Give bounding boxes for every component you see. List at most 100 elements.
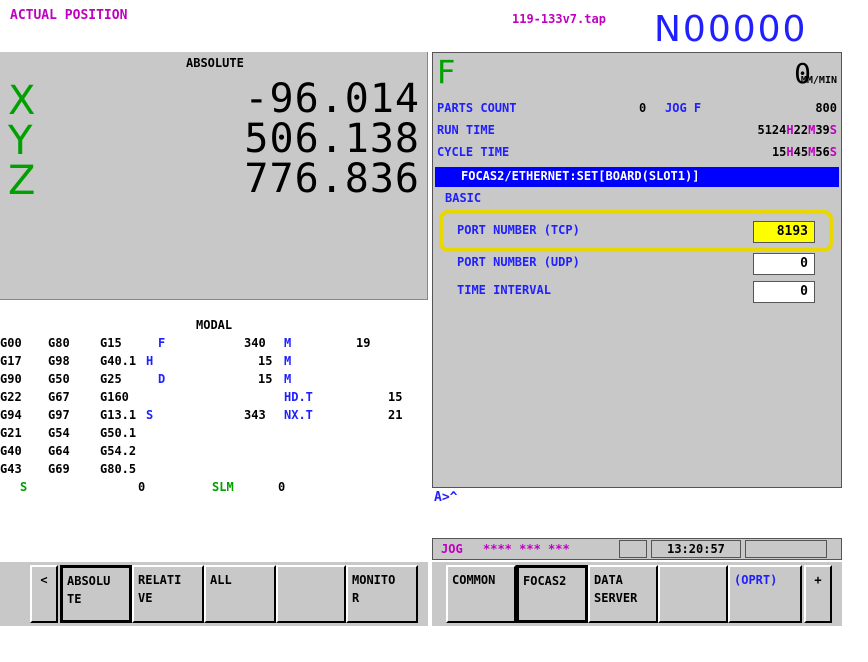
modal-slm-label: SLM [212, 480, 234, 494]
g-code-c: G13.1 [100, 408, 137, 422]
axis-row-y: Y 506.138 [6, 116, 422, 164]
g-code-b: G98 [48, 354, 70, 368]
g-code-a: G21 [0, 426, 22, 440]
position-mode-label: ABSOLUTE [186, 56, 244, 70]
feed-letter: F [437, 53, 456, 91]
softkey-relative-button[interactable]: RELATI VE [132, 565, 204, 623]
parts-count-row: PARTS COUNT 0 JOG F 800 [437, 101, 837, 119]
softkey-all-button[interactable]: ALL [204, 565, 276, 623]
modal-hdt-label: HD.T [284, 390, 313, 404]
g-code-c: G15 [100, 336, 122, 350]
g-code-b: G97 [48, 408, 70, 422]
g-code-c: G54.2 [100, 444, 137, 458]
modal-f-label: F [158, 336, 166, 350]
focas-settings-panel: F 0 MM/MIN PARTS COUNT 0 JOG F 800 RUN T… [432, 52, 842, 488]
section-basic-label: BASIC [445, 191, 482, 205]
modal-title: MODAL [196, 318, 233, 332]
modal-m-value: 19 [356, 336, 371, 350]
axis-row-x: X -96.014 [6, 76, 422, 124]
modal-m-label: M [284, 372, 292, 386]
run-time-label: RUN TIME [437, 123, 495, 137]
g-code-c: G80.5 [100, 462, 137, 476]
modal-spindle-value: 0 [138, 480, 146, 494]
cycle-time-row: CYCLE TIME 15H45M56S [437, 145, 837, 163]
modal-slm-value: 0 [278, 480, 286, 494]
axis-letter: Z [8, 158, 36, 204]
time-interval-label: TIME INTERVAL [457, 283, 551, 297]
status-indicators: **** *** *** [483, 542, 570, 556]
axis-value: 776.836 [244, 156, 420, 202]
run-time-hours: 5124 [757, 123, 787, 137]
hours-unit: H [786, 145, 794, 159]
tcp-port-field[interactable]: 8193 [753, 221, 815, 243]
softkey-empty-button[interactable] [658, 565, 728, 623]
time-interval-field[interactable]: 0 [753, 281, 815, 303]
g-code-b: G69 [48, 462, 70, 476]
key-input-prompt: A>^ [434, 490, 458, 505]
cycle-time-label: CYCLE TIME [437, 145, 510, 159]
g-code-c: G40.1 [100, 354, 137, 368]
softkey-absolute-button[interactable]: ABSOLU TE [60, 565, 132, 623]
softkey-operation-button[interactable]: (OPRT) [728, 565, 802, 623]
feed-unit: MM/MIN [800, 75, 837, 86]
cycle-time-hours: 15 [771, 145, 787, 159]
g-code-c: G160 [100, 390, 129, 404]
g-code-a: G90 [0, 372, 22, 386]
run-time-value: 5124H22M39S [757, 123, 837, 137]
status-box [619, 540, 647, 558]
g-code-a: G00 [0, 336, 22, 350]
run-time-row: RUN TIME 5124H22M39S [437, 123, 837, 141]
focas-settings-title-bar: FOCAS2/ETHERNET:SET[BOARD(SLOT1)] [435, 167, 839, 187]
tcp-port-label: PORT NUMBER (TCP) [457, 223, 580, 237]
sequence-number: N00000 [654, 9, 808, 50]
input-line[interactable]: A>^ [432, 490, 842, 536]
modal-nxt-label: NX.T [284, 408, 313, 422]
g-code-a: G94 [0, 408, 22, 422]
g-code-b: G54 [48, 426, 70, 440]
softkey-data-server-button[interactable]: DATA SERVER [588, 565, 658, 623]
softkey-monitor-button[interactable]: MONITO R [346, 565, 418, 623]
modal-hdt-value: 15 [388, 390, 403, 404]
modal-panel: MODAL G00 G80 G15 G17 G98 G40.1 G90 G50 … [0, 302, 428, 538]
program-file-name: 119-133v7.tap [512, 12, 606, 26]
udp-port-label: PORT NUMBER (UDP) [457, 255, 580, 269]
modal-m-label: M [284, 354, 292, 368]
cycle-time-minutes: 45 [793, 145, 809, 159]
g-code-a: G43 [0, 462, 22, 476]
parts-count-label: PARTS COUNT [437, 101, 517, 115]
hours-unit: H [786, 123, 794, 137]
cycle-time-value: 15H45M56S [772, 145, 837, 159]
udp-port-field[interactable]: 0 [753, 253, 815, 275]
g-code-a: G22 [0, 390, 22, 404]
g-code-a: G17 [0, 354, 22, 368]
g-code-b: G67 [48, 390, 70, 404]
modal-m-label: M [284, 336, 292, 350]
position-panel: ABSOLUTE X -96.014 Y 506.138 Z 776.836 [0, 52, 428, 300]
seconds-unit: S [829, 145, 837, 159]
run-time-seconds: 39 [815, 123, 830, 137]
softkey-common-button[interactable]: COMMON [446, 565, 516, 623]
jog-f-label: JOG F [665, 101, 702, 115]
softkey-empty-button[interactable] [276, 565, 346, 623]
g-code-b: G64 [48, 444, 70, 458]
modal-h-label: H [146, 354, 154, 368]
run-time-minutes: 22 [793, 123, 809, 137]
g-code-b: G50 [48, 372, 70, 386]
modal-nxt-value: 21 [388, 408, 403, 422]
modal-spindle-label: S [20, 480, 28, 494]
cycle-time-seconds: 56 [815, 145, 830, 159]
modal-s-value: 343 [244, 408, 266, 422]
softkey-next-button[interactable]: + [804, 565, 832, 623]
jog-f-value: 800 [815, 101, 837, 115]
g-code-a: G40 [0, 444, 22, 458]
operation-mode: JOG [441, 542, 463, 556]
softkey-focas2-button[interactable]: FOCAS2 [516, 565, 588, 623]
modal-d-value: 15 [258, 372, 273, 386]
screen-title: ACTUAL POSITION [10, 8, 128, 23]
modal-h-value: 15 [258, 354, 273, 368]
seconds-unit: S [829, 123, 837, 137]
axis-row-z: Z 776.836 [6, 156, 422, 204]
clock: 13:20:57 [651, 540, 741, 558]
g-code-c: G50.1 [100, 426, 137, 440]
softkey-prev-button[interactable]: < [30, 565, 58, 623]
